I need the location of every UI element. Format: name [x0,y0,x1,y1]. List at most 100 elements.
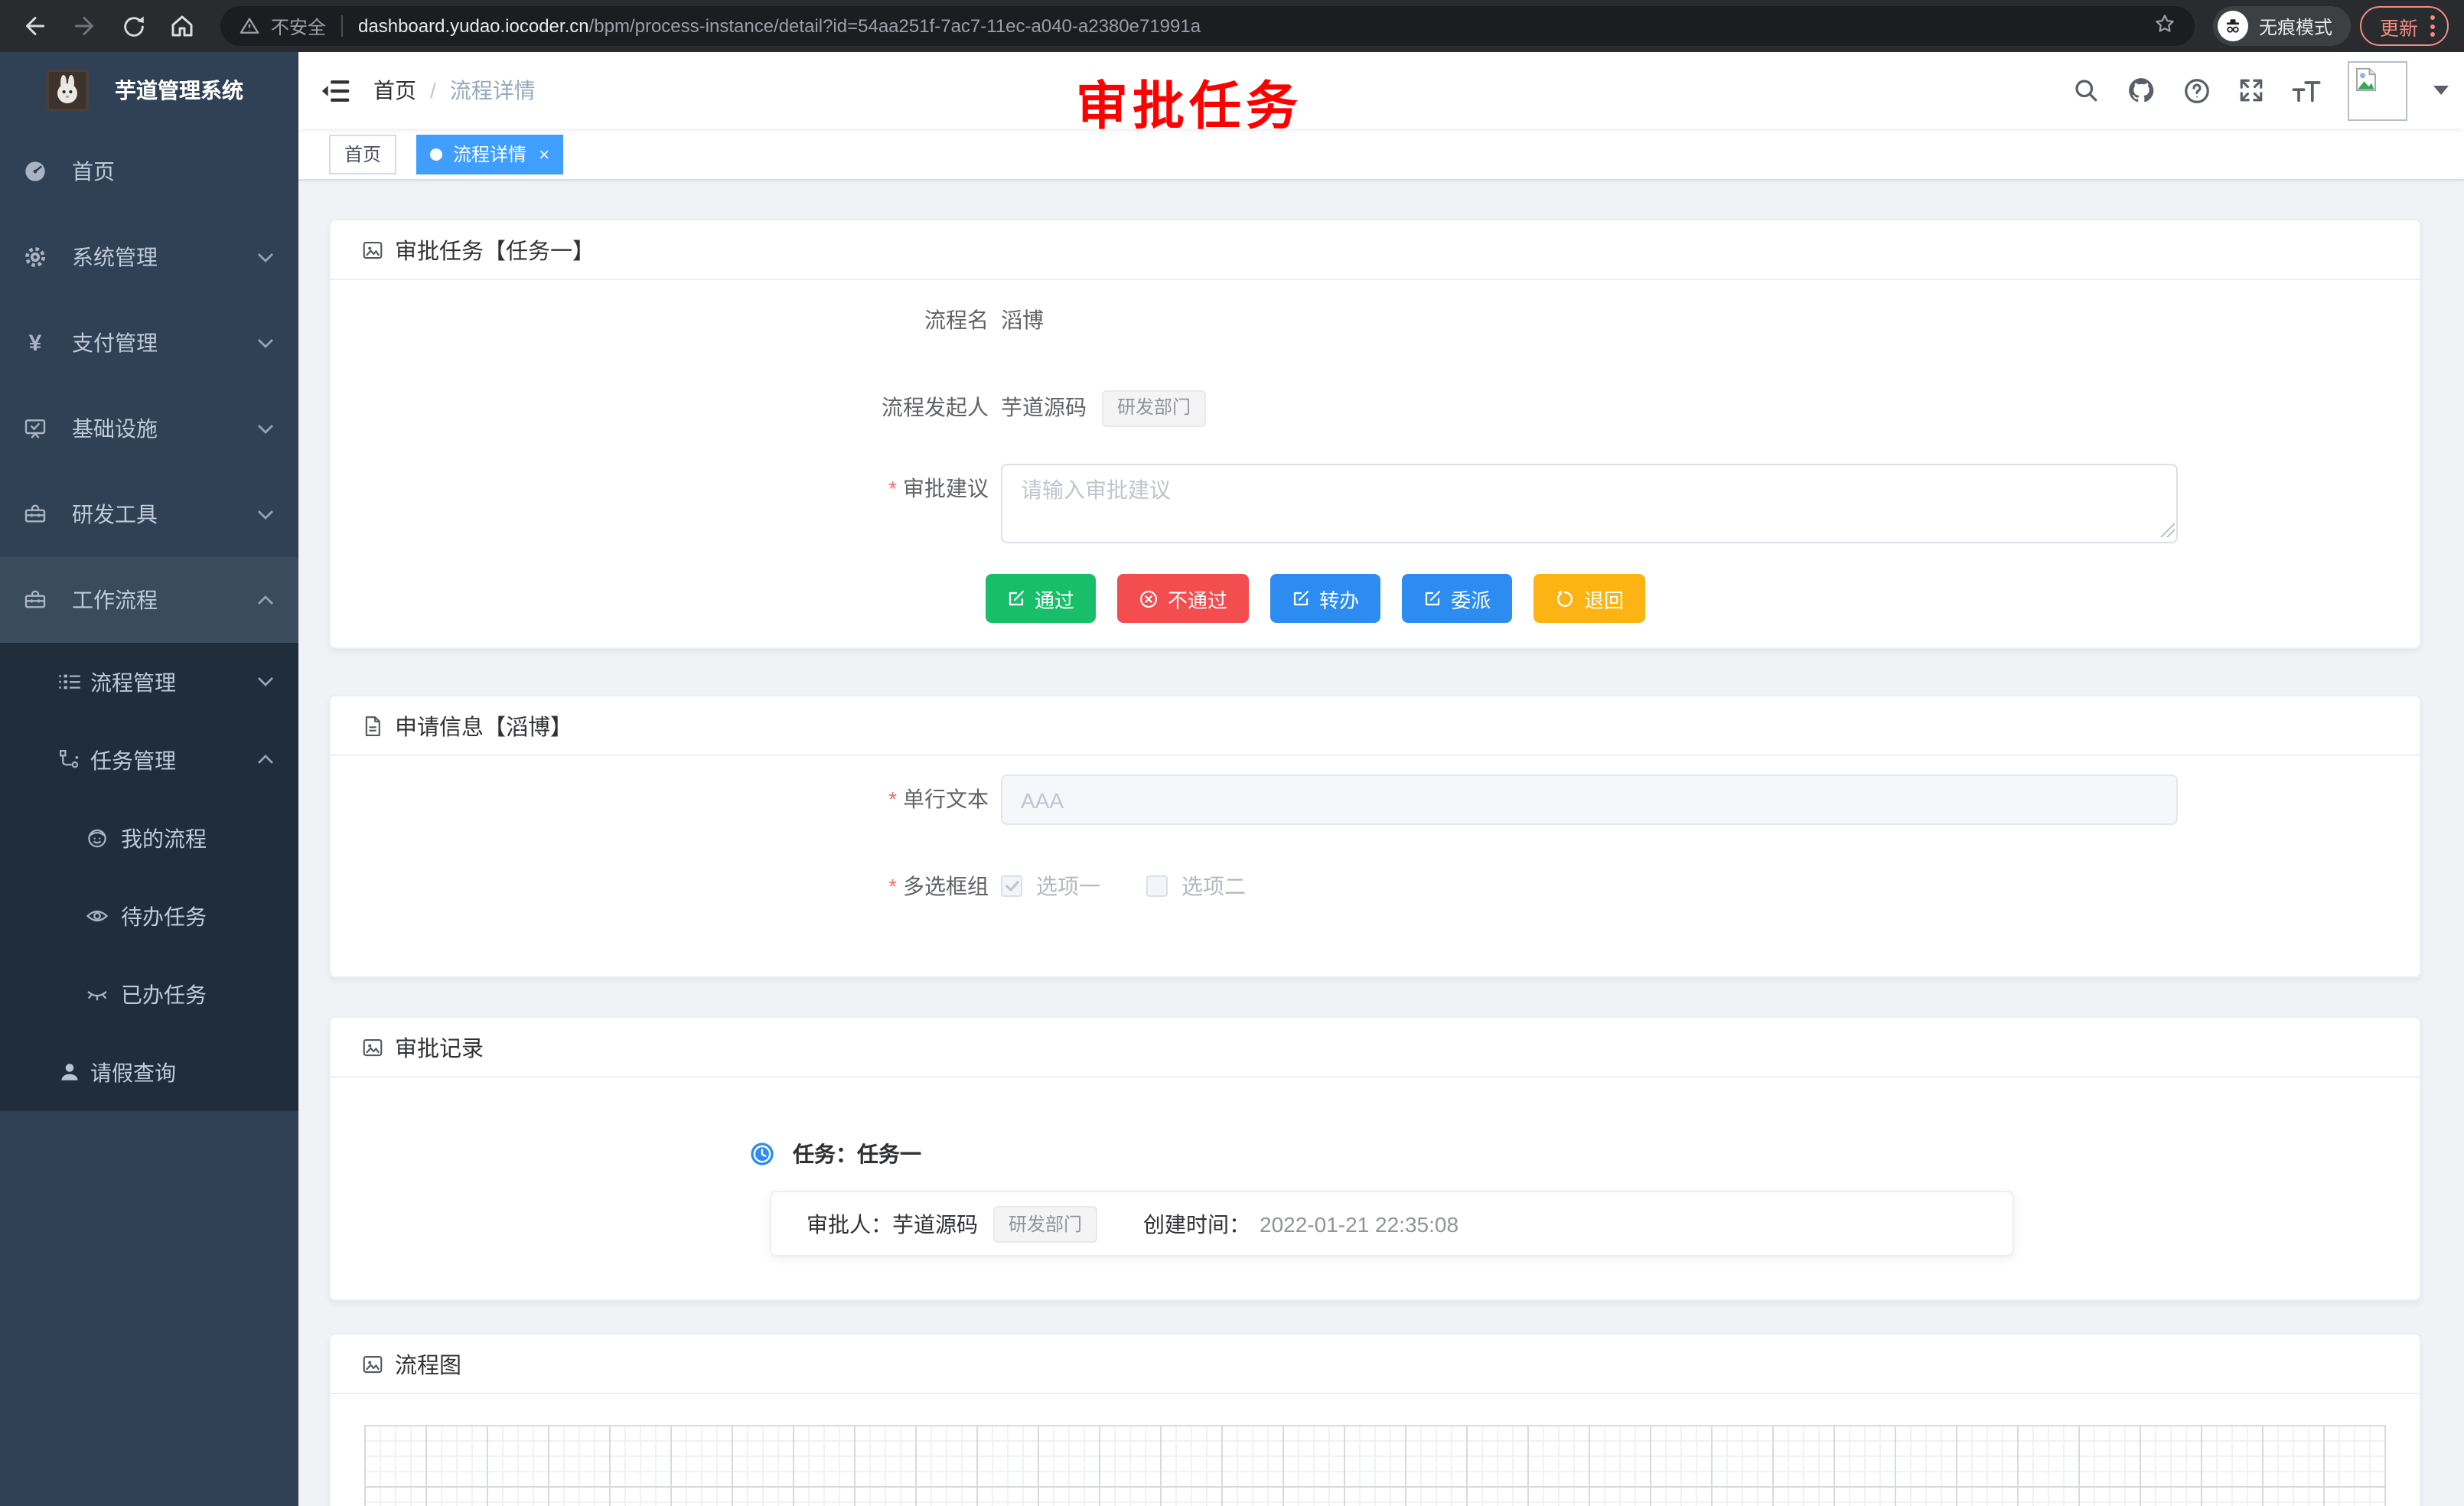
edit-icon [1423,589,1442,608]
apply-info-card: 申请信息【滔博】 *单行文本 *多选框组 选项一 [329,695,2421,978]
search-icon[interactable] [2072,77,2100,104]
transfer-button[interactable]: 转办 [1270,574,1380,623]
breadcrumb-separator: / [430,78,436,103]
avatar[interactable] [2348,60,2407,120]
record-detail-card: 审批人： 芋道源码 研发部门 创建时间： 2022-01-21 22:35:08 [770,1191,2014,1257]
incognito-icon [2218,11,2248,41]
checkbox-group-row: *多选框组 选项一 选项二 [331,871,2420,921]
timeline-item: 任务：任务一 [331,1139,2420,1169]
created-label: 创建时间： [1143,1208,1250,1239]
yen-icon: ¥ [23,331,47,355]
chevron-down-icon [257,337,274,348]
picture-icon [361,238,384,261]
tags-view: 首页 流程详情 × [298,129,2464,181]
sidebar-item-todo-tasks[interactable]: 待办任务 [0,877,298,955]
sidebar-item-task-mgmt[interactable]: 任务管理 [0,721,298,799]
resize-grip[interactable] [2159,522,2175,537]
tag-label: 首页 [344,141,381,167]
sidebar-item-workflow[interactable]: 工作流程 [0,557,298,643]
annotation-text: 审批任务 [1076,64,1302,139]
incognito-label: 无痕模式 [2259,13,2332,39]
github-icon[interactable] [2126,75,2156,106]
dept-tag: 研发部门 [993,1205,1097,1242]
process-diagram-card: 流程图 [329,1333,2421,1506]
font-size-icon[interactable] [2291,77,2322,104]
sidebar-item-system[interactable]: 系统管理 [0,214,298,300]
tag-close-icon[interactable]: × [539,145,549,163]
browser-menu-icon[interactable] [2430,15,2435,37]
url-path: /bpm/process-instance/detail?id=54aa251f… [589,15,1201,37]
screenshot-stage: 不安全 dashboard.yudao.iocoder.cn/bpm/proce… [0,0,2464,1506]
dashboard-icon [23,159,47,184]
app-title: 芋道管理系统 [115,75,243,106]
workflow-submenu: 流程管理 任务管理 我的流程 待办任务 [0,643,298,1111]
sidebar-item-home[interactable]: 首页 [0,129,298,214]
text-input-label: *单行文本 [331,774,1001,825]
sidebar: 芋道管理系统 首页 系统管理 ¥ 支付管理 基础设施 [0,52,298,1506]
breadcrumb-current: 流程详情 [450,75,536,106]
card-body: 任务：任务一 审批人： 芋道源码 研发部门 创建时间： 2022-01-21 2… [331,1077,2420,1299]
tag-home[interactable]: 首页 [329,134,396,174]
sidebar-item-label: 流程管理 [90,667,176,697]
required-asterisk: * [888,787,897,811]
sidebar-collapse-icon[interactable] [298,77,373,103]
card-title: 流程图 [395,1348,461,1380]
fullscreen-icon[interactable] [2237,77,2265,104]
help-icon[interactable] [2182,76,2211,105]
sidebar-item-pay[interactable]: ¥ 支付管理 [0,300,298,386]
bpmn-canvas[interactable] [364,1425,2386,1506]
browser-update-button[interactable]: 更新 [2360,6,2449,46]
main-content: 审批任务【任务一】 流程名 滔博 流程发起人 芋道源码 研发部门 *审批建议 [298,181,2464,1506]
breadcrumb-home[interactable]: 首页 [373,75,416,106]
text-input-row: *单行文本 [331,774,2420,825]
suggestion-label: *审批建议 [331,464,1001,543]
return-button[interactable]: 退回 [1533,574,1645,623]
sidebar-item-label: 基础设施 [72,413,158,444]
reject-button[interactable]: 不通过 [1117,574,1249,623]
active-dot [430,148,442,160]
broken-image-icon [2352,65,2380,93]
reload-icon[interactable] [113,6,153,46]
sidebar-item-done-tasks[interactable]: 已办任务 [0,955,298,1033]
required-asterisk: * [888,476,897,500]
navbar-actions [2072,60,2464,120]
sidebar-item-label: 支付管理 [72,328,158,358]
card-body: *单行文本 *多选框组 选项一 选项二 [331,756,2420,976]
required-asterisk: * [888,874,897,898]
sidebar-item-infra[interactable]: 基础设施 [0,386,298,471]
task-title: 任务：任务一 [793,1139,921,1169]
back-icon[interactable] [15,6,55,46]
home-icon[interactable] [162,6,202,46]
tag-process-detail[interactable]: 流程详情 × [416,134,563,174]
approve-button[interactable]: 通过 [986,574,1096,623]
created-time: 2022-01-21 22:35:08 [1260,1211,1459,1236]
refresh-left-icon [1555,588,1575,608]
sidebar-item-leave-query[interactable]: 请假查询 [0,1033,298,1111]
logo-rabbit-image [46,69,89,112]
sidebar-item-devtools[interactable]: 研发工具 [0,471,298,557]
gear-icon [23,245,47,269]
bookmark-star-icon[interactable] [2153,12,2176,40]
forward-icon[interactable] [64,6,104,46]
sidebar-item-process-mgmt[interactable]: 流程管理 [0,643,298,721]
suggestion-row: *审批建议 [331,464,2420,543]
sidebar-logo[interactable]: 芋道管理系统 [0,52,298,129]
circle-close-icon [1139,588,1159,608]
sidebar-item-my-process[interactable]: 我的流程 [0,799,298,877]
edit-icon [1007,589,1025,608]
card-header: 流程图 [331,1335,2420,1394]
avatar-caret-icon[interactable] [2433,86,2449,95]
single-line-input [1001,774,2178,825]
address-bar[interactable]: 不安全 dashboard.yudao.iocoder.cn/bpm/proce… [220,6,2195,46]
card-title: 审批任务【任务一】 [395,233,595,266]
card-title: 审批记录 [395,1031,484,1063]
chevron-down-icon [257,509,274,520]
suggestion-textarea[interactable] [1001,464,2178,543]
initiator-value: 芋道源码 研发部门 [1001,383,1206,433]
picture-icon [361,1035,384,1058]
sidebar-item-label: 首页 [72,156,115,187]
checkbox-label: 选项二 [1181,871,1246,901]
navbar: 首页 / 流程详情 [298,52,2464,129]
delegate-button[interactable]: 委派 [1402,574,1512,623]
checkbox-option-2: 选项二 [1146,871,1246,901]
